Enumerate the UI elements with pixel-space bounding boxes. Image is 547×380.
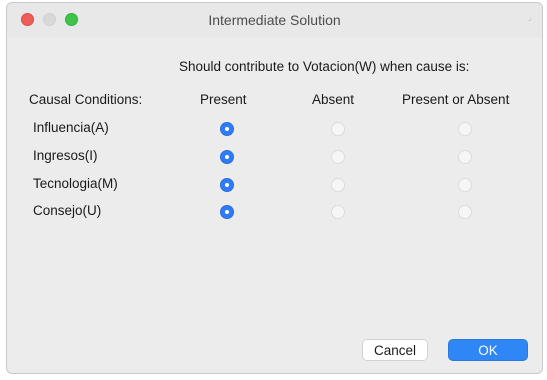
radio-present[interactable] xyxy=(220,178,234,192)
radio-present[interactable] xyxy=(220,205,234,219)
condition-label: Ingresos(I) xyxy=(33,148,98,163)
condition-label: Influencia(A) xyxy=(33,120,109,135)
column-header-present-or-absent: Present or Absent xyxy=(402,92,510,107)
intermediate-solution-dialog: Intermediate Solution ⌟ Should contribut… xyxy=(6,2,543,374)
radio-present[interactable] xyxy=(220,150,234,164)
window-title: Intermediate Solution xyxy=(208,12,341,28)
radio-absent[interactable] xyxy=(331,178,345,192)
title-bar: Intermediate Solution ⌟ xyxy=(7,3,542,37)
radio-present[interactable] xyxy=(220,122,234,136)
radio-absent[interactable] xyxy=(331,122,345,136)
radio-present-or-absent[interactable] xyxy=(458,150,472,164)
radio-absent[interactable] xyxy=(331,205,345,219)
radio-absent[interactable] xyxy=(331,150,345,164)
resize-corner-icon: ⌟ xyxy=(526,11,532,23)
radio-present-or-absent[interactable] xyxy=(458,205,472,219)
radio-present-or-absent[interactable] xyxy=(458,122,472,136)
condition-label: Tecnologia(M) xyxy=(33,176,118,191)
condition-label: Consejo(U) xyxy=(33,203,102,218)
cancel-button[interactable]: Cancel xyxy=(362,339,428,361)
radio-present-or-absent[interactable] xyxy=(458,178,472,192)
column-header-present: Present xyxy=(200,92,247,107)
column-header-causal-conditions: Causal Conditions: xyxy=(29,92,143,107)
column-header-absent: Absent xyxy=(312,92,355,107)
ok-button[interactable]: OK xyxy=(448,339,528,361)
question-heading: Should contribute to Votacion(W) when ca… xyxy=(179,59,470,74)
